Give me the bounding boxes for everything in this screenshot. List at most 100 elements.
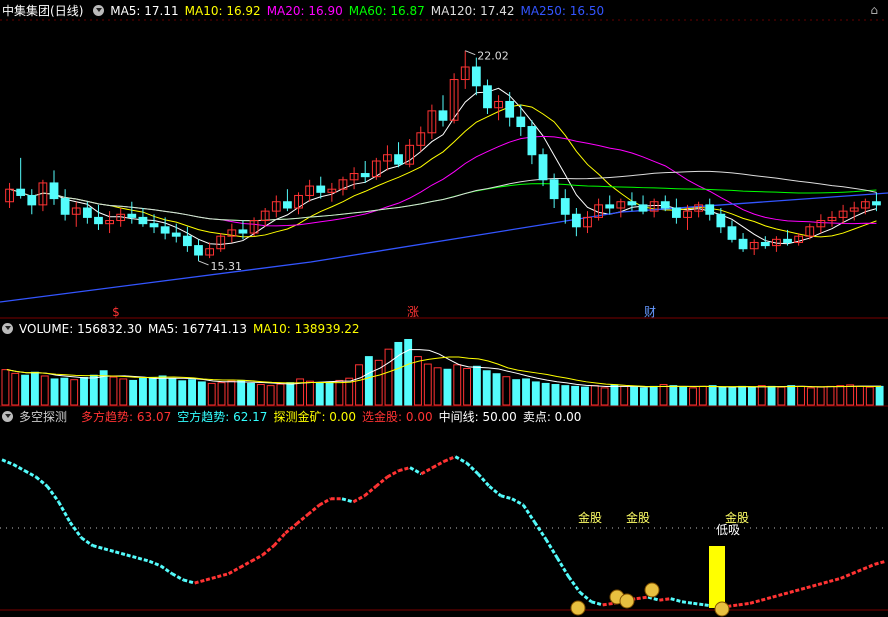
oscillator-segment: [851, 567, 864, 576]
volume-bar: [531, 381, 540, 406]
candle: [94, 216, 103, 225]
volume-bar: [630, 386, 638, 406]
volume-bar: [689, 387, 697, 406]
oscillator-segment: [783, 589, 796, 596]
oscillator-segment: [307, 503, 321, 516]
volume-bar: [40, 375, 49, 406]
volume-bar: [21, 374, 30, 406]
oscillator-segment: [341, 497, 354, 504]
oscillator-segment: [68, 521, 83, 539]
indicator-0: VOLUME: 156832.30: [19, 322, 142, 336]
volume-bar: [561, 385, 570, 406]
candle: [738, 238, 748, 250]
oscillator-segment: [760, 595, 774, 602]
oscillator-segment: [148, 559, 162, 568]
settings-icon[interactable]: ⌂: [870, 3, 878, 17]
candle: [194, 245, 203, 256]
candle: [483, 85, 492, 109]
oscillator-segment: [103, 547, 116, 554]
oscillator-segment: [533, 521, 548, 541]
oscillator-segment: [817, 580, 830, 587]
ma-indicators: MA5: 17.11 MA10: 16.92 MA20: 16.90 MA60: 16…: [110, 4, 610, 18]
candle: [705, 204, 715, 215]
oscillator-segment: [194, 578, 207, 585]
volume-bar: [227, 380, 236, 406]
candle: [505, 100, 515, 118]
ma250-line: [0, 192, 888, 303]
oscillator-segment: [828, 576, 842, 583]
oscillator-header: 多空探测 多方趋势: 63.07 空方趋势: 62.17 探测金矿: 0.00 选金股:…: [2, 408, 593, 426]
indicator-4: 中间线: 50.00: [438, 410, 517, 424]
indicator-1: MA5: 167741.13: [148, 322, 247, 336]
oscillator-segment: [420, 466, 434, 476]
volume-bar: [708, 385, 717, 406]
volume-bar: [747, 386, 756, 406]
oscillator-indicators: 多方趋势: 63.07 空方趋势: 62.17 探测金矿: 0.00 选金股: 0.0…: [81, 410, 587, 424]
candle: [138, 216, 148, 225]
oscillator-segment: [454, 455, 468, 465]
volume-bar: [158, 375, 167, 406]
indicator-5: 卖点: 0.00: [522, 410, 582, 424]
candle: [60, 198, 70, 215]
volume-bar: [649, 385, 658, 406]
indicator-0: MA5: 17.11: [110, 4, 179, 18]
volume-bar: [119, 378, 128, 406]
dropdown-icon[interactable]: [2, 323, 13, 334]
oscillator-title: 多空探测: [19, 410, 68, 424]
oscillator-segment: [318, 497, 332, 507]
oscillator-segment: [1, 458, 14, 466]
period-label: (日线): [50, 4, 84, 18]
volume-bar: [355, 364, 363, 406]
volume-bar: [669, 385, 678, 406]
candle: [27, 194, 37, 206]
candle: [638, 204, 648, 212]
volume-bar: [728, 387, 737, 406]
volume-bar: [718, 386, 727, 406]
chart-area[interactable]: 22.0215.31$ 涨财金股 金股 金股低吸: [0, 0, 888, 617]
volume-bar: [80, 376, 88, 406]
buy-signal-bar: [709, 546, 725, 608]
volume-bar: [197, 381, 206, 406]
volume-bar: [70, 379, 79, 406]
event-marker: 涨: [407, 304, 419, 319]
candle: [727, 226, 737, 240]
face-icon: [644, 582, 660, 598]
candle: [394, 154, 403, 165]
volume-bar: [305, 380, 314, 406]
volume-bar: [207, 382, 216, 406]
oscillator-segment: [681, 600, 694, 605]
oscillator-segment: [772, 592, 785, 599]
volume-bar: [541, 382, 550, 406]
candle: [516, 116, 526, 128]
candle: [571, 213, 581, 228]
volume-bar: [50, 378, 59, 406]
oscillator-segment: [579, 591, 593, 603]
volume-bar: [325, 381, 334, 406]
volume-bar: [453, 364, 462, 406]
dropdown-icon[interactable]: [2, 411, 13, 422]
volume-bar: [757, 385, 766, 406]
volume-bar: [139, 377, 147, 406]
candle: [716, 213, 726, 228]
candle: [160, 226, 170, 234]
oscillator-segment: [80, 536, 94, 547]
oscillator-segment: [92, 544, 105, 551]
indicator-2: 探测金矿: 0.00: [273, 410, 357, 424]
candle: [672, 207, 681, 218]
candle: [360, 173, 370, 178]
volume-bar: [30, 371, 39, 406]
candle: [471, 66, 481, 87]
oscillator-segment: [137, 556, 150, 563]
candle: [316, 185, 326, 193]
candle: [760, 241, 770, 247]
oscillator-segment: [670, 597, 683, 604]
oscillator-segment: [386, 469, 400, 479]
high-pointer: [465, 50, 476, 56]
oscillator-segment: [57, 501, 72, 523]
volume-bar: [178, 380, 187, 406]
dropdown-icon[interactable]: [93, 5, 105, 16]
candle: [82, 207, 92, 218]
indicator-1: 空方趋势: 62.17: [177, 410, 268, 424]
oscillator-segment: [749, 598, 762, 605]
oscillator-segment: [727, 603, 739, 608]
